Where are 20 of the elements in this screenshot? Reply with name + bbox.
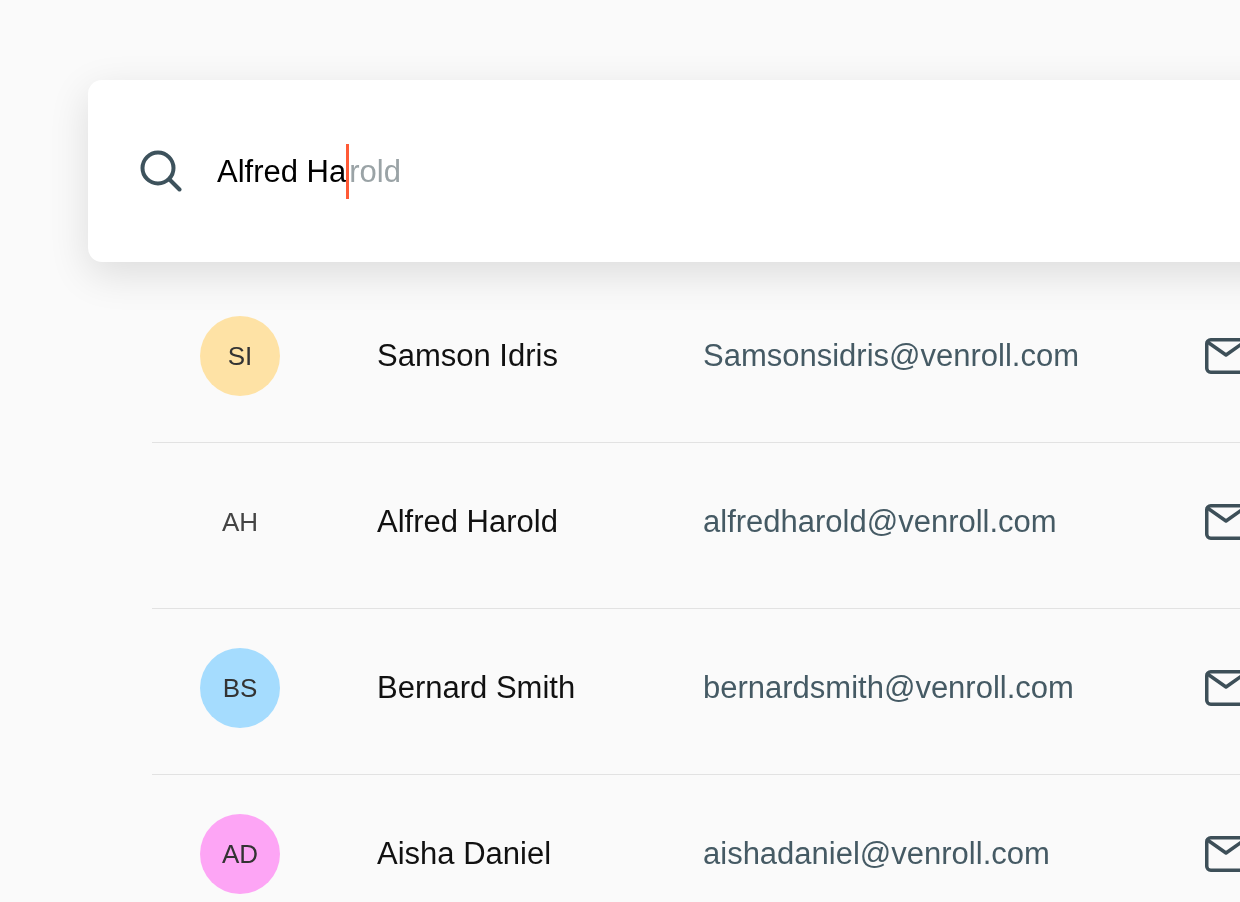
initials-text: AH (221, 505, 259, 539)
avatar: SI (200, 316, 280, 396)
mail-icon[interactable] (1205, 504, 1240, 540)
contact-name: Samson Idris (377, 336, 558, 375)
avatar: BS (200, 648, 280, 728)
avatar: AD (200, 814, 280, 894)
search-icon (140, 150, 182, 192)
search-text: Alfred Ha (217, 155, 347, 187)
autocomplete-suggestion: rold (349, 155, 401, 187)
contact-email: Samsonsidris@venroll.com (703, 336, 1080, 375)
contact-email: bernardsmith@venroll.com (703, 668, 1074, 707)
contact-email: aishadaniel@venroll.com (703, 834, 1050, 873)
mail-icon[interactable] (1205, 836, 1240, 872)
contact-name: Alfred Harold (377, 502, 558, 541)
search-bar[interactable]: Alfred Harold (88, 80, 1240, 262)
contact-email: alfredharold@venroll.com (703, 502, 1057, 541)
mail-icon[interactable] (1205, 338, 1240, 374)
mail-icon[interactable] (1205, 670, 1240, 706)
contact-name: Aisha Daniel (377, 834, 552, 873)
contact-name: Bernard Smith (377, 668, 576, 707)
